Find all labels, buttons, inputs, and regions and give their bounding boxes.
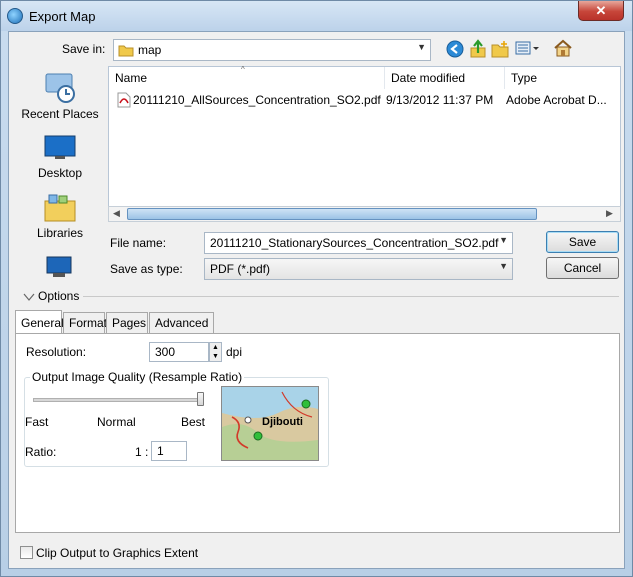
ratio-value: 1 xyxy=(157,444,164,458)
place-label: Recent Places xyxy=(21,107,99,121)
clip-output-label: Clip Output to Graphics Extent xyxy=(36,546,199,560)
scroll-thumb[interactable] xyxy=(127,208,537,220)
back-icon[interactable] xyxy=(446,40,464,58)
save-button[interactable]: Save xyxy=(546,231,619,253)
chevron-down-icon: ▼ xyxy=(417,42,426,52)
resolution-unit: dpi xyxy=(226,345,243,359)
new-folder-icon[interactable] xyxy=(491,40,509,58)
save-in-value: map xyxy=(138,43,162,57)
preview-label: Djibouti xyxy=(262,416,303,428)
clip-output-checkbox[interactable] xyxy=(20,546,33,559)
places-bar: Recent Places Desktop Libraries xyxy=(12,70,108,280)
options-label: Options xyxy=(38,289,80,303)
view-menu-button[interactable] xyxy=(515,40,541,57)
recent-places-icon xyxy=(45,73,75,103)
tab-general[interactable]: General xyxy=(15,310,64,334)
title-bar[interactable]: Export Map ✕ xyxy=(1,1,632,31)
file-type-cell: Adobe Acrobat D... xyxy=(506,93,607,107)
slider-label-normal: Normal xyxy=(97,415,136,429)
column-header-date-modified[interactable]: Date modified xyxy=(385,67,505,89)
place-recent-places[interactable]: Recent Places xyxy=(12,70,108,121)
save-as-type-label: Save as type: xyxy=(110,262,183,276)
column-header-name[interactable]: Name xyxy=(109,67,385,89)
save-as-type-value: PDF (*.pdf) xyxy=(210,262,271,276)
options-tabs: General Format Pages Advanced xyxy=(15,310,620,334)
spin-down-icon[interactable]: ▼ xyxy=(210,352,221,361)
tab-advanced[interactable]: Advanced xyxy=(149,312,214,334)
options-collapse-icon xyxy=(23,293,35,301)
file-name-label: File name: xyxy=(110,236,167,250)
close-button[interactable]: ✕ xyxy=(578,1,624,21)
file-name-combo[interactable]: 20111210_StationarySources_Concentration… xyxy=(204,232,513,254)
file-row[interactable]: 20111210_AllSources_Concentration_SO2.pd… xyxy=(109,91,620,109)
sort-ascending-icon: ^ xyxy=(241,65,245,74)
libraries-icon xyxy=(44,194,76,222)
chevron-down-icon: ▼ xyxy=(499,261,508,271)
cancel-button[interactable]: Cancel xyxy=(546,257,619,279)
ratio-prefix: 1 : xyxy=(135,445,149,459)
save-in-label: Save in: xyxy=(62,42,106,56)
output-quality-label: Output Image Quality (Resample Ratio) xyxy=(30,370,245,384)
file-name-input[interactable]: 20111210_StationarySources_Concentration… xyxy=(210,236,498,250)
pdf-file-icon xyxy=(117,92,131,108)
app-globe-icon xyxy=(7,8,23,24)
column-header-type[interactable]: Type xyxy=(505,67,622,89)
computer-icon xyxy=(46,256,72,277)
home-icon[interactable] xyxy=(553,39,573,57)
horizontal-scrollbar[interactable]: ◀ ▶ xyxy=(108,206,621,222)
options-divider xyxy=(83,296,619,297)
ratio-label: Ratio: xyxy=(25,445,57,459)
file-name-cell: 20111210_AllSources_Concentration_SO2.pd… xyxy=(133,93,381,107)
scroll-right-icon[interactable]: ▶ xyxy=(606,208,613,219)
dialog-client: Save in: map ▼ Recent Places Desktop Lib… xyxy=(8,31,625,569)
file-date-cell: 9/13/2012 11:37 PM xyxy=(386,93,494,107)
resolution-value: 300 xyxy=(155,345,176,359)
tab-pages[interactable]: Pages xyxy=(106,312,148,334)
place-desktop[interactable]: Desktop xyxy=(12,133,108,180)
resolution-input[interactable]: 300 xyxy=(149,342,209,362)
place-label: Libraries xyxy=(36,226,84,240)
save-in-combo[interactable]: map ▼ xyxy=(113,39,431,61)
options-toggle[interactable]: Options xyxy=(23,289,83,305)
place-computer[interactable] xyxy=(12,255,108,282)
save-as-type-select[interactable]: PDF (*.pdf) ▼ xyxy=(204,258,513,280)
output-quality-group: Output Image Quality (Resample Ratio) Fa… xyxy=(24,370,329,467)
chevron-down-icon: ▼ xyxy=(499,235,508,245)
ratio-input[interactable]: 1 xyxy=(151,441,187,461)
window-title: Export Map xyxy=(29,9,96,24)
resolution-label: Resolution: xyxy=(26,345,87,359)
slider-label-fast: Fast xyxy=(25,415,49,429)
close-icon: ✕ xyxy=(595,3,607,18)
view-menu-icon xyxy=(515,41,539,55)
scroll-left-icon[interactable]: ◀ xyxy=(113,208,120,219)
map-preview: Djibouti xyxy=(221,386,319,461)
tab-format[interactable]: Format xyxy=(63,312,107,334)
slider-label-best: Best xyxy=(181,415,206,429)
place-label: Desktop xyxy=(37,166,83,180)
quality-slider-track[interactable] xyxy=(33,398,203,402)
folder-icon xyxy=(118,45,134,57)
up-folder-icon[interactable] xyxy=(469,39,487,59)
general-tab-panel: Resolution: 300 ▲ ▼ dpi Output Image Qua… xyxy=(15,333,620,533)
place-libraries[interactable]: Libraries xyxy=(12,193,108,240)
resolution-spinner[interactable]: ▲ ▼ xyxy=(209,342,222,362)
desktop-icon xyxy=(44,135,76,159)
file-list[interactable]: Name ^ Date modified Type 20111210_AllSo… xyxy=(108,65,622,222)
quality-slider-thumb[interactable] xyxy=(197,392,204,406)
export-map-dialog: Export Map ✕ Save in: map ▼ Recent Place… xyxy=(0,0,633,577)
spin-up-icon[interactable]: ▲ xyxy=(210,343,221,352)
